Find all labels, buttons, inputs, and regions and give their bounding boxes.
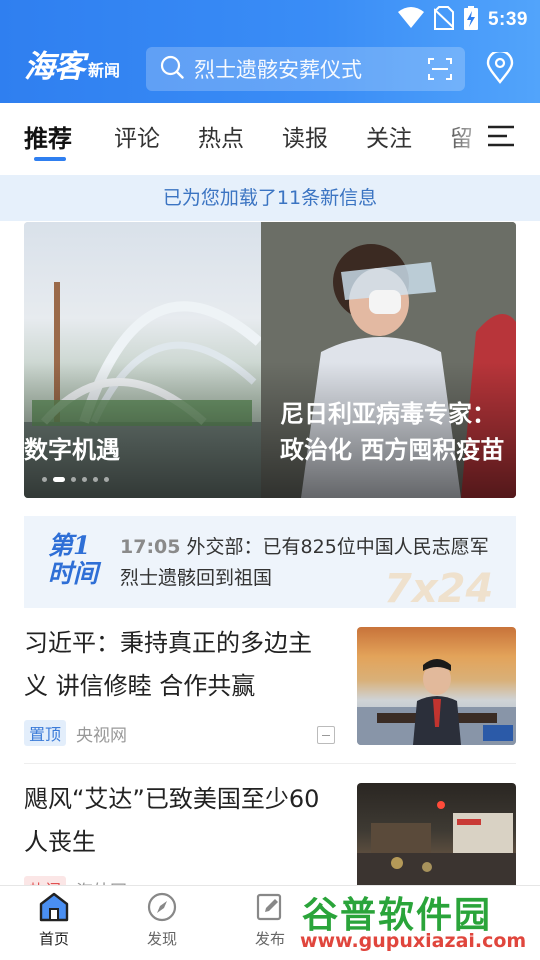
news-item[interactable]: 飓风“艾达”已致美国至少60人丧生 热门 海外网 — [24, 778, 516, 902]
flash-watermark: 7x24 — [384, 566, 494, 608]
home-icon — [38, 892, 70, 926]
nav-home-label: 首页 — [38, 930, 69, 948]
dismiss-icon[interactable] — [317, 726, 335, 744]
active-tab-indicator — [34, 157, 66, 161]
status-icons: 5:39 — [397, 6, 528, 34]
nav-discover[interactable]: 发现 — [127, 892, 197, 949]
refresh-notice: 已为您加载了11条新信息 — [0, 175, 540, 221]
logo-main-text: 海客 — [24, 49, 85, 85]
menu-icon[interactable] — [487, 125, 515, 151]
header: 5:39 海客 新闻 烈士遗骸安葬仪式 — [0, 0, 540, 103]
divider — [24, 763, 516, 764]
flash-logo-line2: 时间 — [48, 559, 99, 588]
search-icon — [160, 55, 184, 83]
search-input[interactable]: 烈士遗骸安葬仪式 — [194, 54, 427, 84]
carousel-dot[interactable] — [53, 477, 65, 482]
news-title[interactable]: 习近平：秉持真正的多边主义 讲信修睦 合作共赢 — [24, 622, 334, 708]
carousel-dots — [42, 477, 109, 482]
nav-home[interactable]: 首页 — [19, 892, 89, 949]
search-bar[interactable]: 烈士遗骸安葬仪式 — [146, 47, 465, 91]
site-watermark: 谷普软件园 www.gupuxiazai.com — [296, 886, 540, 960]
flash-news-card[interactable]: 第1 时间 17:05 外交部：已有825位中国人民志愿军烈士遗骸回到祖国 7x… — [24, 516, 516, 608]
location-pin-icon[interactable] — [486, 49, 514, 88]
flash-time: 17:05 — [120, 536, 181, 558]
no-sim-icon — [433, 6, 455, 34]
battery-charging-icon — [463, 6, 478, 34]
banner-carousel[interactable]: 数字机遇 尼日利亚病毒专家： 政治化 西方囤积疫苗 — [24, 222, 516, 498]
compass-icon — [147, 892, 177, 926]
banner-caption-left: 数字机遇 — [24, 436, 120, 464]
news-thumbnail-illustration — [357, 801, 516, 901]
carousel-dot[interactable] — [93, 477, 98, 482]
watermark-url: www.gupuxiazai.com — [300, 930, 527, 952]
news-item[interactable]: 习近平：秉持真正的多边主义 讲信修睦 合作共赢 置顶 央视网 — [24, 622, 516, 762]
news-thumbnail-illustration — [357, 659, 516, 745]
banner-caption-right-line2: 政治化 西方囤积疫苗 — [280, 436, 505, 464]
tab-hot[interactable]: 热点 — [198, 119, 244, 153]
nav-publish-label: 发布 — [254, 930, 285, 948]
banner-caption-right-line1: 尼日利亚病毒专家： — [280, 400, 496, 428]
wifi-icon — [397, 7, 424, 33]
news-thumbnail[interactable] — [357, 783, 516, 901]
tab-newspaper[interactable]: 读报 — [282, 119, 328, 153]
app-logo[interactable]: 海客 新闻 — [24, 50, 120, 84]
carousel-dot[interactable] — [42, 477, 47, 482]
tab-follow[interactable]: 关注 — [366, 119, 412, 153]
scan-icon[interactable] — [427, 57, 453, 81]
pinned-badge: 置顶 — [24, 720, 67, 746]
logo-sub-text: 新闻 — [88, 61, 121, 80]
status-time: 5:39 — [487, 9, 528, 30]
category-tabs: 推荐 评论 热点 读报 关注 留 — [0, 103, 540, 173]
carousel-dot[interactable] — [82, 477, 87, 482]
tab-recommend[interactable]: 推荐 — [24, 119, 72, 154]
news-title[interactable]: 飓风“艾达”已致美国至少60人丧生 — [24, 778, 334, 864]
news-meta: 置顶 央视网 — [24, 720, 127, 746]
nav-discover-label: 发现 — [146, 930, 177, 948]
carousel-dot[interactable] — [71, 477, 76, 482]
tab-comment[interactable]: 评论 — [114, 119, 160, 153]
flash-logo-line1: 第1 — [48, 531, 91, 560]
carousel-dot[interactable] — [104, 477, 109, 482]
edit-icon — [255, 893, 285, 926]
status-bar: 5:39 — [0, 0, 540, 36]
nav-publish[interactable]: 发布 — [235, 892, 305, 949]
flash-logo: 第1 时间 — [48, 532, 98, 588]
app-bar: 海客 新闻 烈士遗骸安葬仪式 — [0, 36, 540, 103]
news-thumbnail[interactable] — [357, 627, 516, 745]
news-source: 央视网 — [76, 725, 128, 746]
